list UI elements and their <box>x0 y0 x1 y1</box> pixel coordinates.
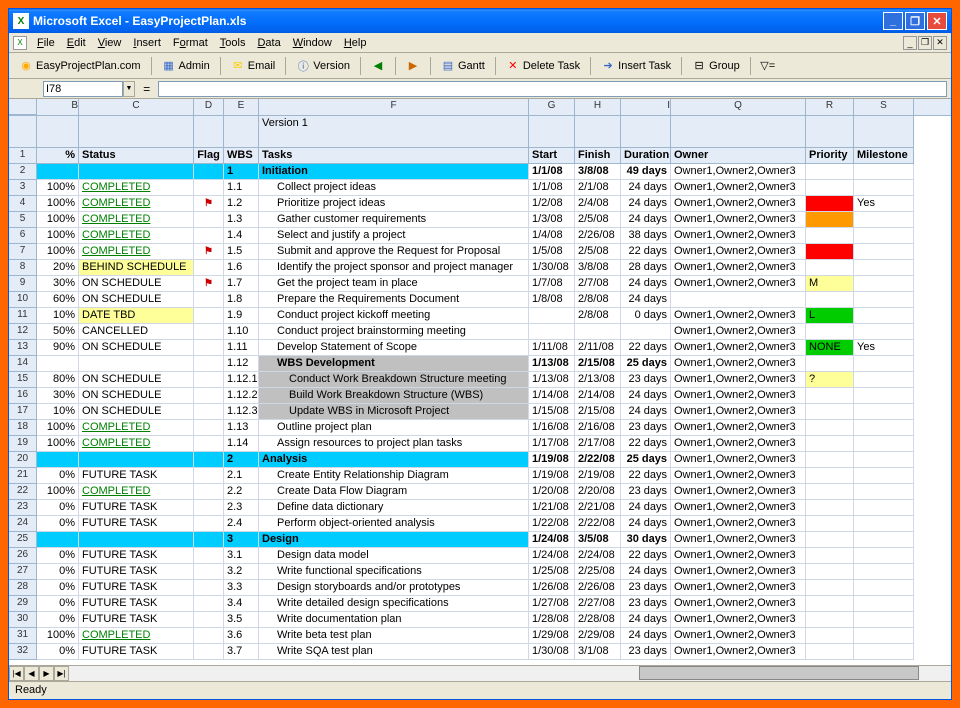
table-row[interactable]: 270%FUTURE TASK3.2Write functional speci… <box>9 564 951 580</box>
table-row[interactable]: 1580%ON SCHEDULE1.12.1Conduct Work Break… <box>9 372 951 388</box>
doc-minimize-button[interactable]: _ <box>903 36 917 50</box>
menu-data[interactable]: Data <box>251 35 286 51</box>
table-row[interactable]: 320%FUTURE TASK3.7Write SQA test plan1/3… <box>9 644 951 660</box>
scroll-track[interactable] <box>69 666 951 681</box>
sheet-nav-first[interactable]: |◀ <box>9 666 24 681</box>
table-row[interactable]: 280%FUTURE TASK3.3Design storyboards and… <box>9 580 951 596</box>
email-button[interactable]: ✉Email <box>225 56 282 76</box>
scroll-thumb[interactable] <box>639 666 919 680</box>
table-row[interactable]: 253Design1/24/083/5/0830 daysOwner1,Owne… <box>9 532 951 548</box>
table-row[interactable]: 260%FUTURE TASK3.1Design data model1/24/… <box>9 548 951 564</box>
table-row[interactable]: 31100%COMPLETED3.6Write beta test plan1/… <box>9 628 951 644</box>
sheet-nav-prev[interactable]: ◀ <box>24 666 39 681</box>
fx-label: = <box>143 82 150 96</box>
table-row[interactable]: 19100%COMPLETED1.14Assign resources to p… <box>9 436 951 452</box>
select-all-corner[interactable] <box>9 99 37 115</box>
admin-button[interactable]: ▦Admin <box>156 56 216 76</box>
delete-task-button[interactable]: ✕Delete Task <box>500 56 586 76</box>
table-row[interactable]: 5100%COMPLETED1.3Gather customer require… <box>9 212 951 228</box>
col-header-d[interactable]: D <box>194 99 224 115</box>
table-row[interactable]: 820%BEHIND SCHEDULE1.6Identify the proje… <box>9 260 951 276</box>
doc-restore-button[interactable]: ❐ <box>918 36 932 50</box>
filter-button[interactable]: ▽= <box>755 56 781 76</box>
table-row[interactable]: 18100%COMPLETED1.13Outline project plan1… <box>9 420 951 436</box>
name-box[interactable] <box>43 81 123 97</box>
table-row[interactable]: 7100%COMPLETED⚑1.5Submit and approve the… <box>9 244 951 260</box>
toolbar: ◉EasyProjectPlan.com ▦Admin ✉Email ⓘVers… <box>9 53 951 79</box>
insert-task-button[interactable]: ➔Insert Task <box>595 56 677 76</box>
col-header-s[interactable]: S <box>854 99 914 115</box>
col-header-i[interactable]: I <box>621 99 671 115</box>
grid-body[interactable]: Version 11%StatusFlagWBSTasksStartFinish… <box>9 116 951 665</box>
maximize-button[interactable]: ❐ <box>905 12 925 30</box>
sheet-nav-last[interactable]: ▶| <box>54 666 69 681</box>
col-header-r[interactable]: R <box>806 99 854 115</box>
col-header-f[interactable]: F <box>259 99 529 115</box>
col-header-g[interactable]: G <box>529 99 575 115</box>
menu-edit[interactable]: Edit <box>61 35 92 51</box>
table-row[interactable]: 300%FUTURE TASK3.5Write documentation pl… <box>9 612 951 628</box>
table-row[interactable]: 202Analysis1/19/082/22/0825 daysOwner1,O… <box>9 452 951 468</box>
doc-close-button[interactable]: ✕ <box>933 36 947 50</box>
table-row[interactable]: 21Initiation1/1/083/8/0849 daysOwner1,Ow… <box>9 164 951 180</box>
titlebar[interactable]: X Microsoft Excel - EasyProjectPlan.xls … <box>9 9 951 33</box>
excel-icon: X <box>13 13 29 29</box>
formula-input[interactable] <box>158 81 947 97</box>
col-header-h[interactable]: H <box>575 99 621 115</box>
column-headers: B C D E F G H I Q R S <box>9 99 951 116</box>
site-button[interactable]: ◉EasyProjectPlan.com <box>13 56 147 76</box>
table-row[interactable]: 930%ON SCHEDULE⚑1.7Get the project team … <box>9 276 951 292</box>
table-row[interactable]: 1710%ON SCHEDULE1.12.3Update WBS in Micr… <box>9 404 951 420</box>
status-bar: Ready <box>9 681 951 699</box>
status-text: Ready <box>15 684 47 696</box>
table-row[interactable]: 4100%COMPLETED⚑1.2Prioritize project ide… <box>9 196 951 212</box>
version-button[interactable]: ⓘVersion <box>290 56 356 76</box>
menu-view[interactable]: View <box>92 35 128 51</box>
table-row[interactable]: 1110%DATE TBD1.9Conduct project kickoff … <box>9 308 951 324</box>
worksheet: B C D E F G H I Q R S Version 11%StatusF… <box>9 99 951 665</box>
table-row[interactable]: 141.12WBS Development1/13/082/15/0825 da… <box>9 356 951 372</box>
col-header-e[interactable]: E <box>224 99 259 115</box>
menu-help[interactable]: Help <box>338 35 373 51</box>
app-window: X Microsoft Excel - EasyProjectPlan.xls … <box>8 8 952 700</box>
formula-bar: ▼ = <box>9 79 951 99</box>
table-row[interactable]: 6100%COMPLETED1.4Select and justify a pr… <box>9 228 951 244</box>
table-row[interactable]: 3100%COMPLETED1.1Collect project ideas1/… <box>9 180 951 196</box>
table-row[interactable]: 1250%CANCELLED1.10Conduct project brains… <box>9 324 951 340</box>
table-row[interactable]: 210%FUTURE TASK2.1Create Entity Relation… <box>9 468 951 484</box>
menu-tools[interactable]: Tools <box>214 35 252 51</box>
menu-format[interactable]: Format <box>167 35 214 51</box>
col-header-c[interactable]: C <box>79 99 194 115</box>
menu-file[interactable]: File <box>31 35 61 51</box>
table-row[interactable]: 1630%ON SCHEDULE1.12.2Build Work Breakdo… <box>9 388 951 404</box>
menu-insert[interactable]: Insert <box>127 35 167 51</box>
close-button[interactable]: ✕ <box>927 12 947 30</box>
table-row[interactable]: 1060%ON SCHEDULE1.8Prepare the Requireme… <box>9 292 951 308</box>
col-header-q[interactable]: Q <box>671 99 806 115</box>
table-row[interactable]: 290%FUTURE TASK3.4Write detailed design … <box>9 596 951 612</box>
excel-menu-icon[interactable]: X <box>13 36 27 50</box>
table-row[interactable]: 1390%ON SCHEDULE1.11Develop Statement of… <box>9 340 951 356</box>
group-button[interactable]: ⊟Group <box>686 56 746 76</box>
window-title: Microsoft Excel - EasyProjectPlan.xls <box>33 14 883 28</box>
horizontal-scrollbar[interactable]: |◀ ◀ ▶ ▶| <box>9 665 951 681</box>
back-button[interactable]: ◀ <box>365 56 391 76</box>
sheet-nav-next[interactable]: ▶ <box>39 666 54 681</box>
menu-window[interactable]: Window <box>287 35 338 51</box>
forward-button[interactable]: ▶ <box>400 56 426 76</box>
gantt-button[interactable]: ▤Gantt <box>435 56 491 76</box>
table-row[interactable]: 240%FUTURE TASK2.4Perform object-oriente… <box>9 516 951 532</box>
col-header-b[interactable]: B <box>37 99 79 115</box>
menubar: X File Edit View Insert Format Tools Dat… <box>9 33 951 53</box>
name-box-dropdown[interactable]: ▼ <box>123 81 135 97</box>
minimize-button[interactable]: _ <box>883 12 903 30</box>
table-row[interactable]: 230%FUTURE TASK2.3Define data dictionary… <box>9 500 951 516</box>
table-row[interactable]: 22100%COMPLETED2.2Create Data Flow Diagr… <box>9 484 951 500</box>
